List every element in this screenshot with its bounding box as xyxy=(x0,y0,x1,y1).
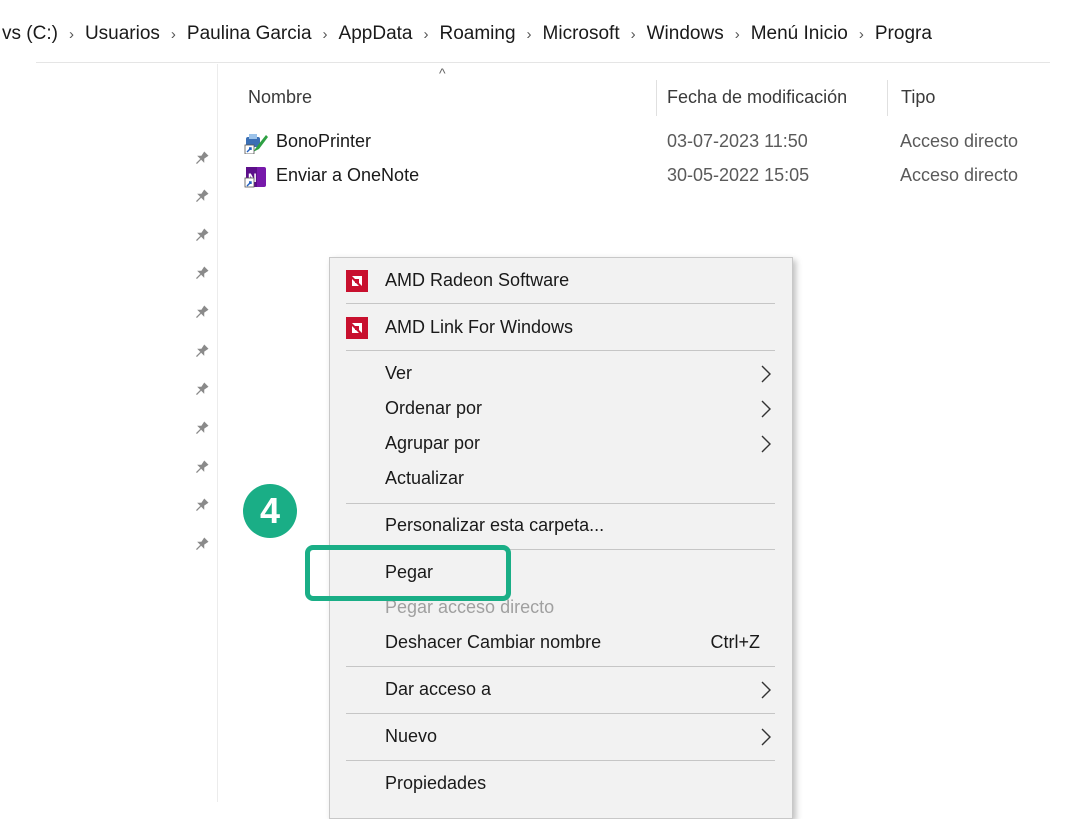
amd-logo-icon xyxy=(346,270,368,292)
onenote-icon: N xyxy=(244,167,266,188)
menu-item-nuevo[interactable]: Nuevo xyxy=(330,720,792,754)
shortcut-printer-icon xyxy=(244,134,268,154)
sort-ascending-icon: ^ xyxy=(439,65,446,81)
file-row-enviar-a-onenote[interactable]: N Enviar a OneNote 30-05-2022 15:05 Acce… xyxy=(244,163,1064,191)
keyboard-shortcut: Ctrl+Z xyxy=(710,632,761,652)
menu-label: Personalizar esta carpeta... xyxy=(385,515,605,535)
menu-item-actualizar[interactable]: Actualizar xyxy=(330,462,792,496)
breadcrumb-item[interactable]: AppData xyxy=(337,23,415,45)
menu-item-dar-acceso-a[interactable]: Dar acceso a xyxy=(330,673,792,707)
breadcrumb-divider xyxy=(36,62,1050,63)
breadcrumb-separator-icon[interactable]: › xyxy=(850,26,873,43)
breadcrumb-separator-icon[interactable]: › xyxy=(314,26,337,43)
menu-item-agrupar-por[interactable]: Agrupar por xyxy=(330,427,792,461)
menu-item-amd-radeon-software[interactable]: AMD Radeon Software xyxy=(330,264,792,298)
menu-separator xyxy=(346,760,775,761)
pin-icon xyxy=(186,261,214,289)
breadcrumb-item[interactable]: Menú Inicio xyxy=(749,23,850,45)
menu-label: Dar acceso a xyxy=(385,679,492,699)
file-type: Acceso directo xyxy=(900,165,1019,185)
breadcrumb-item[interactable]: Roaming xyxy=(438,23,518,45)
pin-icon xyxy=(186,416,214,444)
menu-label: Deshacer Cambiar nombre xyxy=(385,632,602,652)
column-header-type[interactable]: Tipo xyxy=(901,84,935,110)
chevron-right-icon xyxy=(761,435,771,453)
file-type: Acceso directo xyxy=(900,131,1019,151)
context-menu: AMD Radeon Software AMD Link For Windows… xyxy=(329,257,793,819)
pin-icon xyxy=(186,532,214,560)
pin-icon xyxy=(186,300,214,328)
pin-icon xyxy=(186,455,214,483)
menu-label: AMD Link For Windows xyxy=(385,317,574,337)
menu-item-personalizar-carpeta[interactable]: Personalizar esta carpeta... xyxy=(330,509,792,543)
pin-icon xyxy=(186,223,214,251)
breadcrumb-item[interactable]: Windows xyxy=(645,23,726,45)
menu-label: Ver xyxy=(385,363,413,383)
breadcrumb-item[interactable]: Progra xyxy=(873,23,934,45)
pin-icon xyxy=(186,377,214,405)
menu-separator xyxy=(346,303,775,304)
chevron-right-icon xyxy=(761,681,771,699)
file-name: Enviar a OneNote xyxy=(276,165,420,185)
menu-item-ver[interactable]: Ver xyxy=(330,357,792,391)
navigation-pane-divider[interactable] xyxy=(217,64,218,802)
menu-label: Ordenar por xyxy=(385,398,483,418)
file-date: 30-05-2022 15:05 xyxy=(667,165,810,185)
step-number-badge: 4 xyxy=(243,484,297,538)
menu-label: Actualizar xyxy=(385,468,465,488)
breadcrumb-separator-icon[interactable]: › xyxy=(415,26,438,43)
column-header-name[interactable]: Nombre xyxy=(248,84,312,110)
menu-label: Agrupar por xyxy=(385,433,481,453)
breadcrumb-separator-icon[interactable]: › xyxy=(726,26,749,43)
menu-item-deshacer-cambiar-nombre[interactable]: Deshacer Cambiar nombre Ctrl+Z xyxy=(330,626,792,660)
chevron-right-icon xyxy=(761,365,771,383)
highlight-frame xyxy=(305,545,511,601)
menu-label: AMD Radeon Software xyxy=(385,270,570,290)
pin-icon xyxy=(186,146,214,174)
menu-separator xyxy=(346,350,775,351)
menu-label: Propiedades xyxy=(385,773,487,793)
column-separator[interactable] xyxy=(656,80,657,116)
chevron-right-icon xyxy=(761,400,771,418)
file-row-bonoprinter[interactable]: BonoPrinter 03-07-2023 11:50 Acceso dire… xyxy=(244,129,1064,157)
column-separator[interactable] xyxy=(887,80,888,116)
breadcrumb: vs (C:) › Usuarios › Paulina Garcia › AppData ›… xyxy=(0,0,1092,64)
breadcrumb-separator-icon[interactable]: › xyxy=(518,26,541,43)
menu-separator xyxy=(346,503,775,504)
breadcrumb-item[interactable]: vs (C:) xyxy=(0,23,60,45)
menu-item-amd-link[interactable]: AMD Link For Windows xyxy=(330,311,792,345)
file-name: BonoPrinter xyxy=(276,131,372,151)
menu-separator xyxy=(346,713,775,714)
breadcrumb-separator-icon[interactable]: › xyxy=(60,26,83,43)
amd-logo-icon xyxy=(346,317,368,339)
breadcrumb-separator-icon[interactable]: › xyxy=(622,26,645,43)
menu-item-propiedades[interactable]: Propiedades xyxy=(330,767,792,801)
pin-icon xyxy=(186,184,214,212)
pin-icon xyxy=(186,339,214,367)
column-header-date[interactable]: Fecha de modificación xyxy=(667,84,847,110)
breadcrumb-separator-icon[interactable]: › xyxy=(162,26,185,43)
menu-label: Nuevo xyxy=(385,726,438,746)
breadcrumb-path: vs (C:) › Usuarios › Paulina Garcia › AppData ›… xyxy=(0,23,934,45)
menu-separator xyxy=(346,666,775,667)
menu-item-ordenar-por[interactable]: Ordenar por xyxy=(330,392,792,426)
chevron-right-icon xyxy=(761,728,771,746)
pin-icon xyxy=(186,493,214,521)
breadcrumb-item[interactable]: Usuarios xyxy=(83,23,162,45)
breadcrumb-item[interactable]: Microsoft xyxy=(541,23,622,45)
breadcrumb-item[interactable]: Paulina Garcia xyxy=(185,23,314,45)
file-date: 03-07-2023 11:50 xyxy=(667,131,808,151)
